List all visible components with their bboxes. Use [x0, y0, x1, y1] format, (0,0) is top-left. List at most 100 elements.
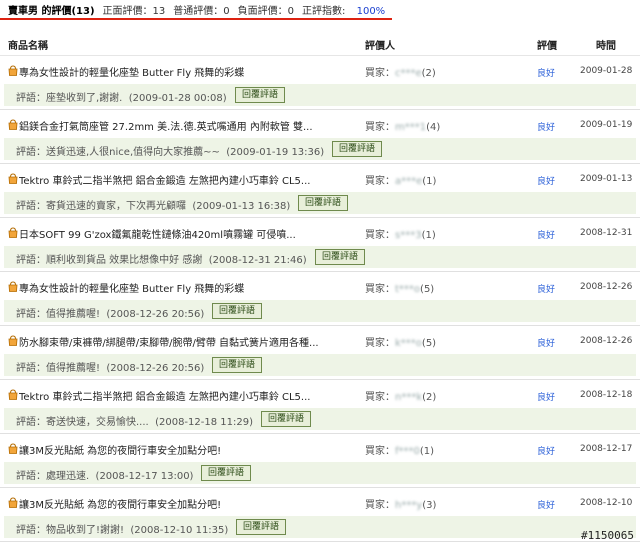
rater-prefix: 買家：: [365, 176, 395, 187]
table-row: Tektro 車鈴式二指半煞把 鋁合金鍛造 左煞把內建小巧車鈴 CL5... 買…: [0, 164, 640, 218]
comment-content: 評語：送貨迅速,人很nice,值得向大家推薦~~ (2009-01-19 13:…: [16, 143, 324, 158]
item-link[interactable]: Tektro 車鈴式二指半煞把 鋁合金鍛造 左煞把內建小巧車鈴 CL5...: [19, 388, 310, 403]
rater-count: (5): [420, 284, 435, 295]
reply-button[interactable]: 回覆評語: [212, 357, 263, 373]
rater-prefix: 買家：: [365, 68, 395, 79]
rating-date: 2008-12-10: [580, 498, 633, 508]
shopping-bag-icon: [8, 497, 18, 508]
reply-button[interactable]: 回覆評語: [332, 141, 383, 157]
item-link[interactable]: 專為女性設計的輕量化座墊 Butter Fly 飛舞的彩蝶: [19, 64, 244, 79]
table-row: 防水腳束帶/束褲帶/綁腿帶/束腳帶/腕帶/臂帶 自黏式簧片適用各種... 買家：…: [0, 326, 640, 380]
column-item: 商品名稱: [8, 41, 48, 52]
item-link[interactable]: 防水腳束帶/束褲帶/綁腿帶/束腳帶/腕帶/臂帶 自黏式簧片適用各種...: [19, 334, 319, 349]
rating-badge: 良好: [537, 447, 556, 457]
ratings-table: 商品名稱 評價人 評價 時間 專為女性設計的輕量化座墊 Butter Fly 飛…: [0, 30, 640, 542]
comment-text: 值得推薦喔!: [46, 363, 101, 374]
shopping-bag-icon: [8, 227, 18, 238]
rater-id[interactable]: f***0: [395, 446, 420, 457]
rating-badge: 良好: [537, 393, 556, 403]
comment-text: 順利收到貨品 效果比想像中好 感謝: [46, 255, 203, 266]
seller-rating-title[interactable]: 賣車男 的評價(13): [8, 2, 95, 17]
rater-info: 買家：a***e(1): [365, 172, 436, 187]
comment-label: 評語：: [16, 363, 46, 374]
comment-content: 評語：寄貨迅速的賣家，下次再光顧囉 (2009-01-13 16:38): [16, 197, 290, 212]
positive-index: 正評指數: 100%: [302, 2, 393, 17]
rater-id[interactable]: s***3: [395, 230, 422, 241]
row-main: 專為女性設計的輕量化座墊 Butter Fly 飛舞的彩蝶 買家：t***o(5…: [0, 272, 640, 300]
comment-text: 寄送快速，交易愉快....: [46, 417, 149, 428]
rater-prefix: 買家：: [365, 500, 395, 511]
positive-index-value: 100%: [356, 5, 386, 17]
rating-badge: 良好: [537, 339, 556, 349]
rater-id[interactable]: k***o: [395, 338, 422, 349]
rater-id[interactable]: a***e: [395, 176, 422, 187]
item-link[interactable]: 讓3M反光貼紙 為您的夜間行車安全加點分吧!: [19, 442, 221, 457]
rater-info: 買家：t***o(5): [365, 280, 434, 295]
rater-count: (5): [421, 338, 437, 349]
rater-prefix: 買家：: [365, 446, 395, 457]
comment-content: 評語：順利收到貨品 效果比想像中好 感謝 (2008-12-31 21:46): [16, 251, 307, 266]
reply-button[interactable]: 回覆評語: [212, 303, 263, 319]
comment-time: (2008-12-18 11:29): [155, 417, 253, 428]
comment-label: 評語：: [16, 255, 46, 266]
comment-content: 評語：寄送快速，交易愉快.... (2008-12-18 11:29): [16, 413, 253, 428]
reply-button[interactable]: 回覆評語: [201, 465, 252, 481]
item-link[interactable]: 日本SOFT 99 G'zox鐵氟龍乾性鏈條油420ml噴霧罐 可侵噴...: [19, 226, 296, 241]
reply-button[interactable]: 回覆評語: [315, 249, 366, 265]
table-row: 讓3M反光貼紙 為您的夜間行車安全加點分吧! 買家：h***y(3) 良好 20…: [0, 488, 640, 542]
reply-button[interactable]: 回覆評語: [236, 519, 287, 535]
reply-button[interactable]: 回覆評語: [235, 87, 286, 103]
item-link[interactable]: 鋁鎂合金打氣筒座管 27.2mm 美.法.德.英式嘴通用 內附軟管 雙...: [19, 118, 313, 133]
table-row: Tektro 車鈴式二指半煞把 鋁合金鍛造 左煞把內建小巧車鈴 CL5... 買…: [0, 380, 640, 434]
comment-content: 評語：處理迅速. (2008-12-17 13:00): [16, 467, 193, 482]
rater-prefix: 買家：: [365, 122, 395, 133]
rater-info: 買家：f***0(1): [365, 442, 434, 457]
item-link[interactable]: 專為女性設計的輕量化座墊 Butter Fly 飛舞的彩蝶: [19, 280, 244, 295]
reply-button[interactable]: 回覆評語: [298, 195, 349, 211]
rater-info: 買家：h***y(3): [365, 496, 436, 511]
rater-count: (2): [421, 68, 436, 79]
comment-text: 物品收到了!謝謝!: [46, 525, 125, 536]
comment-time: (2008-12-26 20:56): [106, 363, 205, 374]
rater-info: 買家：n***k(2): [365, 388, 436, 403]
rating-date: 2009-01-13: [580, 174, 633, 184]
rater-prefix: 買家：: [365, 230, 395, 241]
rater-prefix: 買家：: [365, 392, 395, 403]
comment-text: 值得推薦喔!: [46, 309, 101, 320]
comment-row: 評語：處理迅速. (2008-12-17 13:00) 回覆評語: [4, 462, 636, 484]
rater-prefix: 買家：: [365, 338, 395, 349]
comment-label: 評語：: [16, 93, 46, 104]
rating-date: 2009-01-19: [580, 120, 633, 130]
comment-row: 評語：送貨迅速,人很nice,值得向大家推薦~~ (2009-01-19 13:…: [4, 138, 636, 160]
comment-text: 處理迅速.: [46, 471, 90, 482]
comment-label: 評語：: [16, 309, 46, 320]
rater-id[interactable]: t***o: [395, 284, 420, 295]
comment-content: 評語：座墊收到了,謝謝. (2009-01-28 00:08): [16, 89, 227, 104]
comment-content: 評語：值得推薦喔! (2008-12-26 20:56): [16, 359, 204, 374]
shopping-bag-icon: [8, 119, 18, 130]
item-link[interactable]: 讓3M反光貼紙 為您的夜間行車安全加點分吧!: [19, 496, 221, 511]
rating-badge: 良好: [537, 285, 556, 295]
item-link[interactable]: Tektro 車鈴式二指半煞把 鋁合金鍛造 左煞把內建小巧車鈴 CL5...: [19, 172, 310, 187]
shopping-bag-icon: [8, 281, 18, 292]
column-rater: 評價人: [365, 41, 395, 52]
rating-date: 2008-12-17: [580, 444, 633, 454]
rater-id[interactable]: h***y: [395, 500, 422, 511]
comment-label: 評語：: [16, 471, 46, 482]
rating-badge: 良好: [537, 501, 556, 511]
shopping-bag-icon: [8, 335, 18, 346]
rating-date: 2008-12-18: [580, 390, 633, 400]
rater-count: (4): [426, 122, 441, 133]
comment-text: 座墊收到了,謝謝.: [46, 93, 123, 104]
comment-time: (2009-01-28 00:08): [128, 93, 227, 104]
column-rating: 評價: [537, 41, 557, 52]
rater-count: (3): [422, 500, 437, 511]
rater-id[interactable]: n***k: [395, 392, 422, 403]
comment-label: 評語：: [16, 417, 46, 428]
reply-button[interactable]: 回覆評語: [261, 411, 312, 427]
rating-rows: 專為女性設計的輕量化座墊 Butter Fly 飛舞的彩蝶 買家：c***e(2…: [0, 56, 640, 542]
comment-row: 評語：寄送快速，交易愉快.... (2008-12-18 11:29) 回覆評語: [4, 408, 636, 430]
rater-id[interactable]: c***e: [395, 68, 422, 79]
rater-id[interactable]: m***1: [395, 122, 426, 133]
comment-text: 寄貨迅速的賣家，下次再光顧囉: [46, 201, 186, 212]
